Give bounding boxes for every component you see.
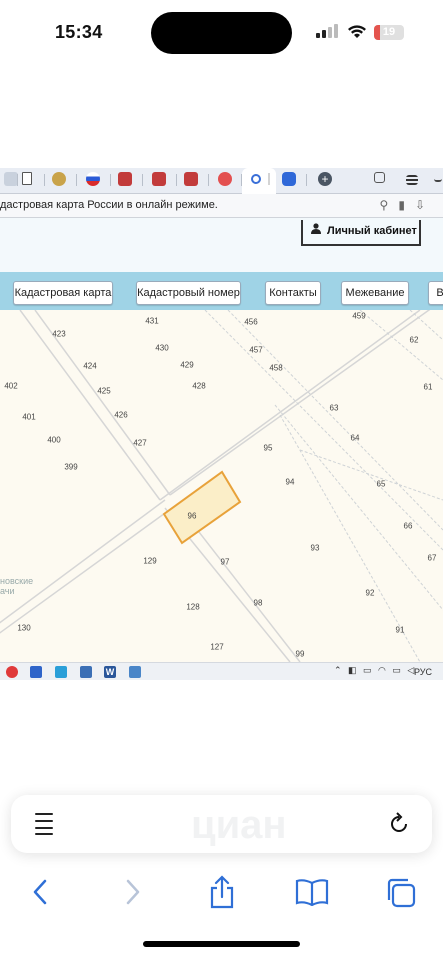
nav-cadastral-map[interactable]: Кадастровая карта bbox=[13, 281, 113, 305]
plot-number: 423 bbox=[52, 329, 66, 339]
plot-number: 425 bbox=[97, 386, 111, 396]
extension-icon[interactable]: ⚲ bbox=[380, 198, 399, 212]
plot-number: 428 bbox=[192, 381, 206, 391]
nav-more[interactable]: В bbox=[428, 281, 443, 305]
plot-number: 98 bbox=[253, 598, 263, 608]
download-icon[interactable]: ⇩ bbox=[415, 198, 435, 212]
address-text: дастровая карта России в онлайн режиме. bbox=[0, 199, 218, 211]
wifi-icon bbox=[347, 24, 367, 44]
tabs-overview-icon[interactable] bbox=[381, 872, 421, 912]
plot-number: 127 bbox=[210, 642, 224, 652]
site-header: Личный кабинет bbox=[0, 218, 443, 272]
plot-number: 429 bbox=[180, 360, 194, 370]
plot-number: 424 bbox=[83, 361, 97, 371]
nav-contacts[interactable]: Контакты bbox=[265, 281, 321, 305]
personal-cabinet-label: Личный кабинет bbox=[327, 225, 417, 237]
back-icon[interactable] bbox=[20, 872, 60, 912]
plot-number: 67 bbox=[427, 553, 437, 563]
plot-number: 426 bbox=[114, 410, 128, 420]
bookmark-icon[interactable]: ▮ bbox=[398, 198, 415, 212]
plot-number: 399 bbox=[64, 462, 78, 472]
cellular-signal-icon bbox=[316, 24, 340, 38]
rosreestr-tab-icon[interactable] bbox=[184, 172, 198, 186]
document-tab-icon[interactable] bbox=[22, 172, 32, 185]
reload-icon[interactable] bbox=[386, 811, 412, 837]
emblem-tab-icon[interactable] bbox=[52, 172, 66, 186]
dynamic-island bbox=[151, 12, 292, 54]
active-map-tab[interactable] bbox=[242, 168, 276, 194]
plot-number: 129 bbox=[143, 556, 157, 566]
site-nav: Кадастровая карта Кадастровый номер Конт… bbox=[0, 272, 443, 310]
plot-number: 65 bbox=[376, 479, 386, 489]
user-icon bbox=[311, 220, 321, 242]
address-bar[interactable]: дастровая карта России в онлайн режиме. … bbox=[0, 194, 443, 218]
system-tray-icons: ⌃ ◧ ▭ ◠ ▭ ◁ bbox=[334, 665, 417, 675]
tabs-icon[interactable] bbox=[374, 172, 385, 183]
plot-number: 61 bbox=[423, 382, 433, 392]
minimize-icon[interactable] bbox=[434, 172, 442, 182]
plot-number: 456 bbox=[244, 317, 258, 327]
safari-address-bar[interactable]: циан bbox=[11, 795, 432, 853]
nav-surveying[interactable]: Межевание bbox=[341, 281, 409, 305]
rosreestr-tab-icon[interactable] bbox=[118, 172, 132, 186]
rosreestr-tab-icon[interactable] bbox=[152, 172, 166, 186]
plot-number: 99 bbox=[295, 649, 305, 659]
plot-number: 431 bbox=[145, 316, 159, 326]
flag-tab-icon[interactable] bbox=[86, 172, 100, 186]
plot-number: 93 bbox=[310, 543, 320, 553]
windows-taskbar: W ⌃ ◧ ▭ ◠ ▭ ◁ РУС bbox=[0, 662, 443, 680]
browser-tab-bar: + bbox=[0, 168, 443, 194]
plot-number: 130 bbox=[17, 623, 31, 633]
plot-number: 66 bbox=[403, 521, 413, 531]
battery-icon: 19 bbox=[374, 25, 404, 40]
plot-number: 91 bbox=[395, 625, 405, 635]
forward-icon[interactable] bbox=[113, 872, 153, 912]
menu-icon[interactable] bbox=[406, 175, 418, 185]
word-icon[interactable]: W bbox=[104, 666, 116, 678]
home-indicator bbox=[143, 941, 300, 947]
place-label: новские ачи bbox=[0, 576, 34, 596]
share-icon[interactable] bbox=[202, 872, 242, 912]
plot-number: 92 bbox=[365, 588, 375, 598]
plot-number: 402 bbox=[4, 381, 18, 391]
app-icon[interactable] bbox=[129, 666, 141, 678]
plot-number: 430 bbox=[155, 343, 169, 353]
plot-number: 457 bbox=[249, 345, 263, 355]
highlighted-plot-96[interactable] bbox=[162, 470, 242, 545]
plot-number: 458 bbox=[269, 363, 283, 373]
battery-percent: 19 bbox=[382, 26, 396, 38]
cadastral-map[interactable]: 423 431 430 456 457 459 62 402 424 429 458 401 425 42… bbox=[0, 310, 443, 662]
nav-cadastral-number[interactable]: Кадастровый номер bbox=[136, 281, 241, 305]
page-menu-icon[interactable] bbox=[35, 813, 57, 835]
language-indicator[interactable]: РУС bbox=[414, 667, 432, 677]
plot-number: 64 bbox=[350, 433, 360, 443]
plot-number: 95 bbox=[263, 443, 273, 453]
plot-number: 97 bbox=[220, 557, 230, 567]
calculator-icon[interactable] bbox=[80, 666, 92, 678]
app-icon[interactable] bbox=[30, 666, 42, 678]
plot-number: 401 bbox=[22, 412, 36, 422]
safari-toolbar bbox=[0, 860, 443, 924]
highlighted-plot-number: 96 bbox=[187, 511, 197, 521]
plot-number: 94 bbox=[285, 477, 295, 487]
yandex-tab-icon[interactable] bbox=[218, 172, 232, 186]
personal-cabinet-button[interactable]: Личный кабинет bbox=[301, 220, 421, 246]
new-tab-plus-icon[interactable]: + bbox=[318, 172, 332, 186]
embedded-screenshot: + дастровая карта России в онлайн режиме… bbox=[0, 168, 443, 680]
status-time: 15:34 bbox=[55, 22, 103, 42]
app-icon[interactable] bbox=[55, 666, 67, 678]
opera-icon[interactable] bbox=[6, 666, 18, 678]
plot-number: 63 bbox=[329, 403, 339, 413]
cian-watermark: циан bbox=[191, 803, 287, 847]
plot-number: 400 bbox=[47, 435, 61, 445]
plot-number: 427 bbox=[133, 438, 147, 448]
plot-number: 459 bbox=[352, 311, 366, 321]
bookmarks-icon[interactable] bbox=[292, 872, 332, 912]
plot-number: 62 bbox=[409, 335, 419, 345]
plot-number: 128 bbox=[186, 602, 200, 612]
tab-icon[interactable] bbox=[4, 172, 18, 186]
tab-icon[interactable] bbox=[282, 172, 296, 186]
address-actions: ⚲▮⇩ bbox=[380, 198, 435, 212]
